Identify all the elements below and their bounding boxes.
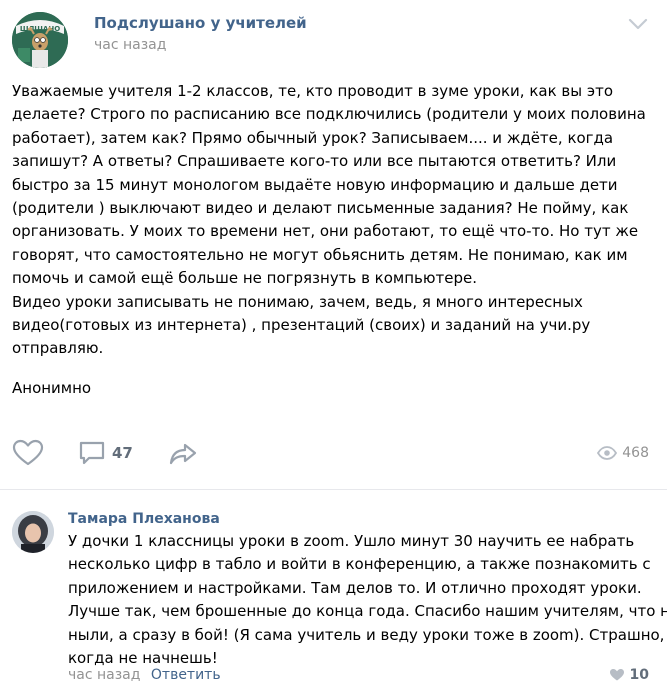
post-text-line: Видео уроки записывать не понимаю, зачем… — [12, 292, 583, 311]
avatar-lettering: ШЛШАНО — [20, 25, 60, 33]
post-signature: Анонимно — [12, 379, 92, 397]
post-text-line: помочь и самой ещё больше не погрязнуть … — [12, 269, 477, 288]
post-text-line: работает), затем как? Прямо обычный урок… — [12, 128, 614, 147]
group-avatar[interactable]: ШЛШАНО — [12, 12, 68, 68]
comment-text-line: Лучше так, чем брошенные до конца года. … — [68, 602, 667, 621]
views-counter: 468 — [597, 436, 649, 470]
group-name[interactable]: Подслушано у учителей — [94, 14, 307, 32]
eye-icon — [597, 446, 618, 460]
user-photo-icon — [12, 511, 54, 553]
comment-likes-count: 10 — [629, 667, 649, 683]
divider — [0, 489, 667, 490]
post-text-line: (родители ) выключают видео и делают пис… — [12, 199, 629, 218]
post-text-line: видео(готовых из интернета) , презентаци… — [12, 316, 591, 335]
post-text: Уважаемые учителя 1-2 классов, те, кто п… — [12, 80, 657, 361]
post-text-line: запишут? А ответы? Спрашиваете кого-то и… — [12, 152, 617, 171]
comment-icon — [79, 441, 105, 465]
comment: Тамара Плеханова У дочки 1 классницы уро… — [12, 505, 667, 690]
comment-like-button[interactable]: 10 — [609, 667, 649, 683]
post-text-line: отправляю. — [12, 339, 104, 358]
post-text-line: говорят, что самостоятельно не могут обь… — [12, 245, 628, 264]
reply-button[interactable]: Ответить — [151, 667, 221, 683]
post-text-line: быстро за 15 минут монологом выдаёте нов… — [12, 175, 618, 194]
heart-icon — [609, 669, 624, 681]
comment-button[interactable]: 47 — [78, 436, 133, 470]
comment-author[interactable]: Тамара Плеханова — [68, 511, 220, 527]
post-time[interactable]: час назад — [94, 37, 166, 53]
comment-text-line: У дочки 1 классницы уроки в zoom. Ушло м… — [68, 532, 635, 550]
deer-logo-icon: ШЛШАНО — [12, 12, 68, 68]
views-count: 468 — [622, 445, 649, 461]
comment-text-line: несколько цифр в табло и войти в конфере… — [68, 555, 651, 574]
post-text-line: делаете? Строго по расписанию все подклю… — [12, 105, 646, 124]
chevron-down-icon[interactable] — [627, 16, 649, 32]
post-text-line: Уважаемые учителя 1-2 классов, те, кто п… — [12, 82, 614, 100]
heart-icon — [12, 439, 44, 466]
comments-count: 47 — [112, 444, 133, 462]
avatar[interactable] — [12, 511, 54, 553]
comment-text-line: ныли, а сразу в бой! (Я сама учитель и в… — [68, 625, 665, 644]
comment-text: У дочки 1 классницы уроки в zoom. Ушло м… — [68, 530, 667, 670]
comment-time[interactable]: час назад — [68, 667, 140, 683]
post-header: ШЛШАНО Подслушано у учителей час назад — [12, 10, 657, 70]
like-button[interactable] — [12, 436, 44, 470]
comment-text-line: приложением и настройками. Там делов то.… — [68, 578, 642, 597]
share-button[interactable] — [168, 436, 198, 470]
post-actions: 47 468 — [12, 436, 657, 470]
share-icon — [169, 443, 197, 465]
post-text-line: организовать. У моих то времени нет, они… — [12, 222, 639, 241]
comment-meta: час назад Ответить — [68, 667, 221, 683]
